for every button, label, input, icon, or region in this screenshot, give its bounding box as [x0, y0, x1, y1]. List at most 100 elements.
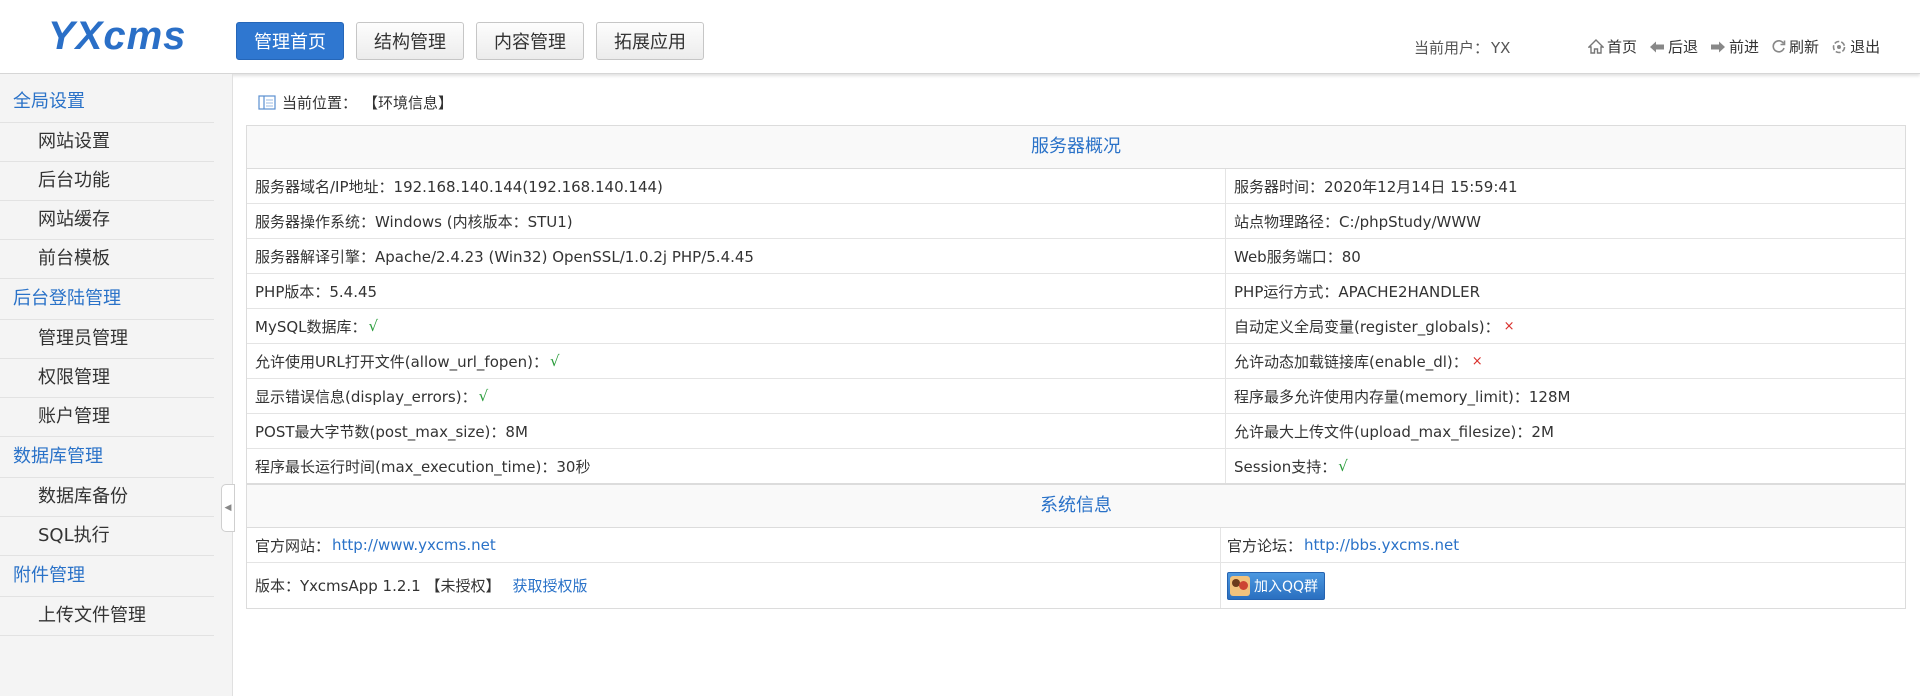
mysql-label: MySQL数据库：: [255, 317, 367, 336]
toolbar-refresh-label: 刷新: [1789, 38, 1820, 56]
server-overview-title: 服务器概况: [247, 126, 1905, 169]
memory-limit-cell: 程序最多允许使用内存量(memory_limit)：128M: [1234, 387, 1571, 406]
server-os-cell: 服务器操作系统：Windows (内核版本：STU1): [247, 204, 1226, 238]
sidebar-group-attachment-management[interactable]: 附件管理: [0, 556, 214, 597]
sidebar-item-uploaded-files[interactable]: 上传文件管理: [0, 597, 214, 636]
register-globals-label: 自动定义全局变量(register_globals)：: [1234, 317, 1500, 336]
cross-mark: ×: [1471, 353, 1483, 369]
toolbar-back-label: 后退: [1668, 38, 1699, 56]
forward-arrow-icon: [1711, 41, 1726, 52]
sidebar: 全局设置 网站设置 后台功能 网站缓存 前台模板 后台登陆管理 管理员管理 权限…: [0, 74, 233, 696]
table-row: 服务器操作系统：Windows (内核版本：STU1) 站点物理路径：C:/ph…: [247, 204, 1905, 239]
table-row: 允许使用URL打开文件(allow_url_fopen)： √ 允许动态加载链接库…: [247, 344, 1905, 379]
logo[interactable]: YXcms: [48, 14, 186, 59]
collapse-arrow-icon: ◀: [224, 503, 232, 513]
mysql-cell: MySQL数据库： √: [247, 309, 1226, 343]
main-nav: 管理首页 结构管理 内容管理 拓展应用: [236, 22, 704, 60]
nav-home-button[interactable]: 管理首页: [236, 22, 344, 60]
sidebar-item-backend-features[interactable]: 后台功能: [0, 162, 214, 201]
register-globals-cell: 自动定义全局变量(register_globals)： ×: [1226, 309, 1905, 343]
site-path-cell: 站点物理路径：C:/phpStudy/WWW: [1234, 212, 1481, 231]
sidebar-item-admin-management[interactable]: 管理员管理: [0, 320, 214, 359]
sidebar-group-global-settings[interactable]: 全局设置: [0, 82, 214, 123]
forum-link[interactable]: http://bbs.yxcms.net: [1304, 536, 1459, 554]
home-icon: [1588, 39, 1604, 54]
toolbar-refresh-link[interactable]: 刷新: [1771, 36, 1819, 57]
top-header: YXcms 管理首页 结构管理 内容管理 拓展应用 当前用户： YX 首页 后退 …: [0, 0, 1920, 74]
sidebar-item-site-cache[interactable]: 网站缓存: [0, 201, 214, 240]
server-overview-panel: 服务器概况 服务器域名/IP地址：192.168.140.144(192.168…: [246, 125, 1906, 484]
display-errors-label: 显示错误信息(display_errors)：: [255, 387, 477, 406]
check-mark: √: [368, 317, 379, 335]
refresh-icon: [1772, 40, 1786, 53]
nav-structure-button[interactable]: 结构管理: [356, 22, 464, 60]
enable-dl-label: 允许动态加载链接库(enable_dl)：: [1234, 352, 1468, 371]
session-support-cell: Session支持： √: [1226, 449, 1905, 483]
toolbar: 首页 后退 前进 刷新 退出: [1588, 36, 1880, 57]
php-version-cell: PHP版本：5.4.45: [247, 274, 1226, 308]
sidebar-item-account-management[interactable]: 账户管理: [0, 398, 214, 437]
version-cell: 版本：YxcmsApp 1.2.1 【未授权】 获取授权版: [247, 563, 1221, 608]
version-text: 版本：YxcmsApp 1.2.1 【未授权】: [255, 577, 501, 595]
php-mode-cell: PHP运行方式：APACHE2HANDLER: [1234, 282, 1481, 301]
table-row: 服务器域名/IP地址：192.168.140.144(192.168.140.1…: [247, 169, 1905, 204]
qq-group-cell: 加入QQ群: [1221, 563, 1905, 608]
web-port-cell: Web服务端口：80: [1234, 247, 1361, 266]
current-user: 当前用户： YX: [1414, 37, 1510, 58]
server-ip-cell: 服务器域名/IP地址：192.168.140.144(192.168.140.1…: [247, 169, 1226, 203]
get-license-link[interactable]: 获取授权版: [512, 575, 587, 596]
table-row: 服务器解译引擎：Apache/2.4.23 (Win32) OpenSSL/1.…: [247, 239, 1905, 274]
join-qq-group-button[interactable]: 加入QQ群: [1227, 571, 1326, 600]
table-row: 显示错误信息(display_errors)： √ 程序最多允许使用内存量(mem…: [247, 379, 1905, 414]
toolbar-logout-link[interactable]: 退出: [1831, 36, 1880, 57]
check-mark: √: [1338, 457, 1348, 475]
table-row: 版本：YxcmsApp 1.2.1 【未授权】 获取授权版 加入QQ群: [247, 563, 1905, 608]
toolbar-forward-link[interactable]: 前进: [1710, 36, 1759, 57]
toolbar-home-label: 首页: [1607, 38, 1638, 56]
back-arrow-icon: [1650, 41, 1665, 52]
official-site-link[interactable]: http://www.yxcms.net: [332, 536, 496, 554]
current-user-name: YX: [1491, 39, 1511, 57]
table-row: 官方网站： http://www.yxcms.net 官方论坛： http://bb…: [247, 528, 1905, 563]
sidebar-item-permission-management[interactable]: 权限管理: [0, 359, 214, 398]
breadcrumb-label: 当前位置：: [282, 94, 358, 112]
toolbar-logout-label: 退出: [1850, 38, 1881, 56]
sidebar-item-site-settings[interactable]: 网站设置: [0, 123, 214, 162]
logout-icon: [1832, 40, 1846, 53]
sidebar-item-database-backup[interactable]: 数据库备份: [0, 478, 214, 517]
sidebar-menu: 全局设置 网站设置 后台功能 网站缓存 前台模板 后台登陆管理 管理员管理 权限…: [0, 82, 214, 636]
sidebar-group-login-management[interactable]: 后台登陆管理: [0, 279, 214, 320]
toolbar-forward-label: 前进: [1729, 38, 1760, 56]
check-mark: √: [478, 387, 489, 405]
nav-content-button[interactable]: 内容管理: [476, 22, 584, 60]
qq-avatar-icon: [1230, 575, 1250, 596]
display-errors-cell: 显示错误信息(display_errors)： √: [247, 379, 1226, 413]
sidebar-item-frontend-templates[interactable]: 前台模板: [0, 240, 214, 279]
table-row: PHP版本：5.4.45 PHP运行方式：APACHE2HANDLER: [247, 274, 1905, 309]
breadcrumb-current: 【环境信息】: [363, 94, 454, 112]
post-max-size-cell: POST最大字节数(post_max_size)：8M: [247, 414, 1226, 448]
toolbar-home-link[interactable]: 首页: [1588, 36, 1637, 57]
sidebar-collapse-handle[interactable]: ◀: [221, 484, 235, 532]
table-row: POST最大字节数(post_max_size)：8M 允许最大上传文件(upl…: [247, 414, 1905, 449]
official-site-label: 官方网站：: [255, 536, 331, 555]
max-execution-time-cell: 程序最长运行时间(max_execution_time)：30秒: [247, 449, 1226, 483]
sidebar-item-sql-execute[interactable]: SQL执行: [0, 517, 214, 556]
check-mark: √: [550, 352, 560, 370]
nav-extensions-button[interactable]: 拓展应用: [596, 22, 704, 60]
current-user-label: 当前用户：: [1414, 39, 1490, 57]
session-support-label: Session支持：: [1234, 457, 1337, 476]
allow-url-fopen-label: 允许使用URL打开文件(allow_url_fopen)：: [255, 352, 548, 371]
upload-max-filesize-cell: 允许最大上传文件(upload_max_filesize)：2M: [1234, 422, 1554, 441]
server-time-cell: 服务器时间：2020年12月14日 15:59:41: [1234, 177, 1518, 196]
sidebar-group-database-management[interactable]: 数据库管理: [0, 437, 214, 478]
allow-url-fopen-cell: 允许使用URL打开文件(allow_url_fopen)： √: [247, 344, 1226, 378]
table-row: 程序最长运行时间(max_execution_time)：30秒 Session…: [247, 449, 1905, 483]
enable-dl-cell: 允许动态加载链接库(enable_dl)： ×: [1226, 344, 1905, 378]
join-qq-group-label: 加入QQ群: [1254, 578, 1319, 595]
toolbar-back-link[interactable]: 后退: [1649, 36, 1698, 57]
location-icon: [258, 95, 276, 110]
system-info-panel: 系统信息 官方网站： http://www.yxcms.net 官方论坛： http…: [246, 484, 1906, 609]
forum-cell: 官方论坛： http://bbs.yxcms.net: [1221, 528, 1905, 562]
system-info-title: 系统信息: [247, 485, 1905, 528]
